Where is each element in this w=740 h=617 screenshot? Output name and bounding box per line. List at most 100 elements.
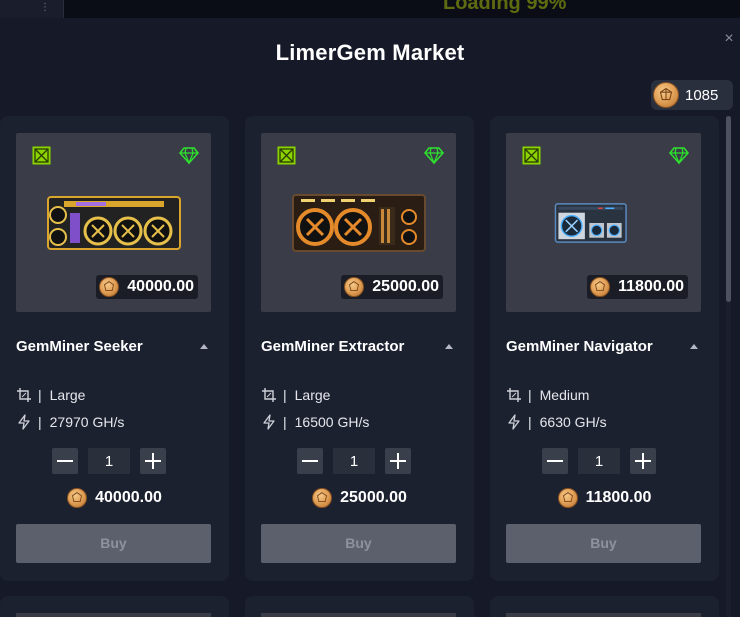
spec-hashrate-value: 6630 GH/s xyxy=(539,414,607,430)
product-image: 25000.00 xyxy=(261,133,456,312)
plus-icon-vertical xyxy=(397,453,399,469)
coin-icon xyxy=(99,277,120,297)
separator: | xyxy=(283,414,287,430)
coin-icon xyxy=(653,82,679,108)
loading-text: Loading 99% xyxy=(443,0,567,14)
spec-size: | Medium xyxy=(506,386,589,404)
spec-hashrate-value: 16500 GH/s xyxy=(294,414,370,430)
collapse-toggle-icon[interactable] xyxy=(445,344,453,349)
background-menu-icon: ⋮ xyxy=(40,2,50,13)
spec-size: | Large xyxy=(16,386,85,404)
price-amount: 40000.00 xyxy=(127,278,194,295)
increment-button[interactable] xyxy=(630,448,656,474)
product-image xyxy=(506,613,701,617)
modal-title: LimerGem Market xyxy=(275,40,465,65)
quantity-input[interactable] xyxy=(88,448,130,474)
separator: | xyxy=(528,414,532,430)
plus-icon-vertical xyxy=(152,453,154,469)
quantity-stepper xyxy=(52,448,172,474)
coin-icon xyxy=(557,488,578,508)
crop-icon xyxy=(507,388,521,402)
spec-hashrate-value: 27970 GH/s xyxy=(49,414,125,430)
total-price: 25000.00 xyxy=(245,487,474,509)
nft-tag-icon xyxy=(277,146,296,165)
quantity-input[interactable] xyxy=(578,448,620,474)
close-icon[interactable]: × xyxy=(722,31,736,47)
product-card: 25000.00 GemMiner Extractor | Large | 16… xyxy=(245,116,474,581)
decrement-button[interactable] xyxy=(542,448,568,474)
background-page: ⋮ Loading 99% xyxy=(0,0,740,18)
collapse-toggle-icon[interactable] xyxy=(200,344,208,349)
nft-tag-icon xyxy=(32,146,51,165)
separator: | xyxy=(528,387,532,403)
product-card: 40000.00 GemMiner Seeker | Large | 27970… xyxy=(0,116,229,581)
increment-button[interactable] xyxy=(140,448,166,474)
gem-icon xyxy=(424,147,444,165)
spec-hashrate: | 27970 GH/s xyxy=(16,413,124,431)
price-amount: 11800.00 xyxy=(618,278,684,295)
spec-hashrate: | 16500 GH/s xyxy=(261,413,369,431)
balance-badge: 1085 xyxy=(651,80,733,110)
nft-tag-icon xyxy=(522,146,541,165)
market-modal: LimerGem Market × 1085 40000.00 GemMiner… xyxy=(0,18,740,617)
product-card-partial xyxy=(0,596,229,617)
product-card-partial xyxy=(245,596,474,617)
quantity-stepper xyxy=(297,448,417,474)
spec-size-value: Large xyxy=(49,387,86,403)
product-name: GemMiner Seeker xyxy=(16,338,143,355)
gem-icon xyxy=(179,147,199,165)
total-amount: 25000.00 xyxy=(340,489,407,506)
collapse-toggle-icon[interactable] xyxy=(690,344,698,349)
product-card: 11800.00 GemMiner Navigator | Medium | 6… xyxy=(490,116,719,581)
product-image: 40000.00 xyxy=(16,133,211,312)
increment-button[interactable] xyxy=(385,448,411,474)
total-amount: 40000.00 xyxy=(95,489,162,506)
product-card-partial xyxy=(490,596,719,617)
minus-icon xyxy=(547,460,563,462)
buy-button[interactable]: Buy xyxy=(506,524,701,563)
product-name: GemMiner Navigator xyxy=(506,338,653,355)
miner-extractor-image xyxy=(292,194,426,252)
separator: | xyxy=(283,387,287,403)
total-price: 40000.00 xyxy=(0,487,229,509)
product-image: 11800.00 xyxy=(506,133,701,312)
miner-seeker-image xyxy=(47,196,181,250)
total-price: 11800.00 xyxy=(490,487,719,509)
product-grid: 40000.00 GemMiner Seeker | Large | 27970… xyxy=(0,116,730,617)
buy-button[interactable]: Buy xyxy=(261,524,456,563)
scrollbar[interactable] xyxy=(726,116,731,617)
lightning-icon xyxy=(18,414,30,430)
spec-size-value: Large xyxy=(294,387,331,403)
price-badge: 40000.00 xyxy=(96,275,198,299)
coin-icon xyxy=(312,488,333,508)
decrement-button[interactable] xyxy=(297,448,323,474)
product-image xyxy=(261,613,456,617)
spec-size: | Large xyxy=(261,386,330,404)
quantity-stepper xyxy=(542,448,662,474)
background-panel: ⋮ xyxy=(0,0,64,18)
lightning-icon xyxy=(263,414,275,430)
separator: | xyxy=(38,414,42,430)
product-name: GemMiner Extractor xyxy=(261,338,405,355)
coin-icon xyxy=(344,277,365,297)
price-badge: 25000.00 xyxy=(341,275,443,299)
minus-icon xyxy=(302,460,318,462)
quantity-input[interactable] xyxy=(333,448,375,474)
total-amount: 11800.00 xyxy=(585,489,652,506)
lightning-icon xyxy=(508,414,520,430)
product-image xyxy=(16,613,211,617)
crop-icon xyxy=(262,388,276,402)
scrollbar-thumb[interactable] xyxy=(726,116,731,302)
miner-navigator-image xyxy=(554,203,627,243)
buy-button[interactable]: Buy xyxy=(16,524,211,563)
coin-icon xyxy=(67,488,88,508)
minus-icon xyxy=(57,460,73,462)
spec-size-value: Medium xyxy=(539,387,590,403)
price-amount: 25000.00 xyxy=(372,278,439,295)
gem-icon xyxy=(669,147,689,165)
separator: | xyxy=(38,387,42,403)
spec-hashrate: | 6630 GH/s xyxy=(506,413,607,431)
balance-amount: 1085 xyxy=(685,86,719,104)
price-badge: 11800.00 xyxy=(587,275,688,299)
decrement-button[interactable] xyxy=(52,448,78,474)
